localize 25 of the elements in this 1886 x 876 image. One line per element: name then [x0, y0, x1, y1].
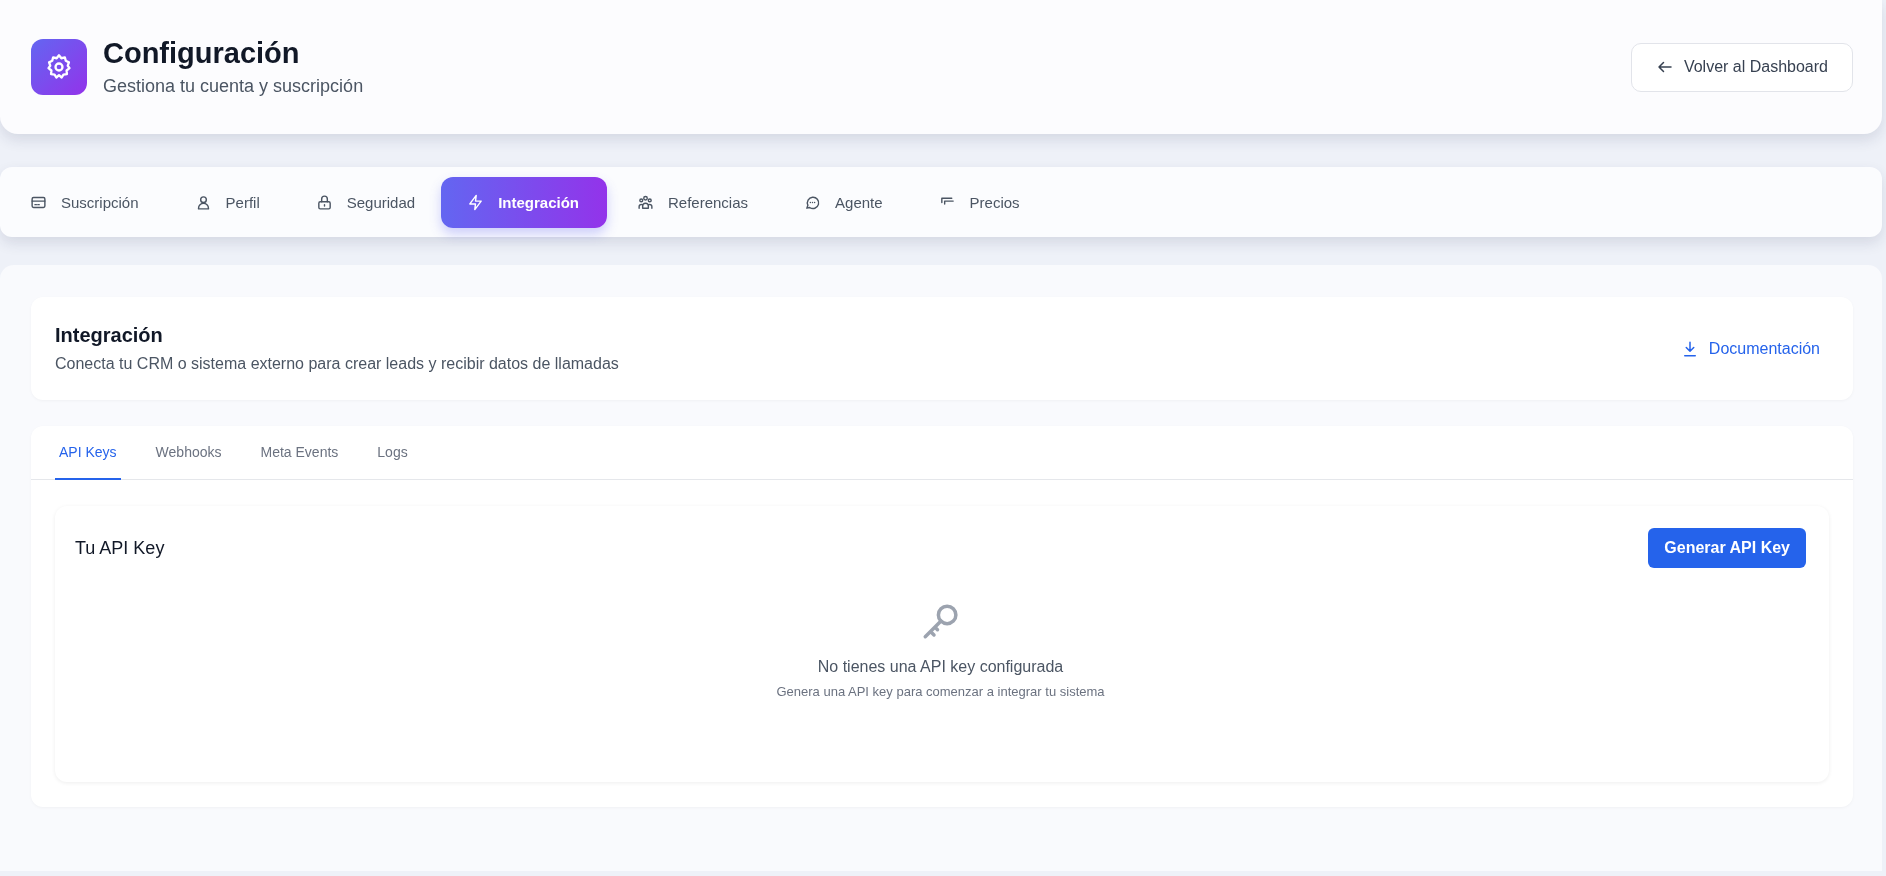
lock-icon	[315, 193, 333, 211]
back-button[interactable]: Volver al Dashboard	[1630, 42, 1853, 92]
lightning-icon	[467, 193, 485, 211]
card-title: Tu API Key	[75, 537, 165, 559]
sub-tab[interactable]: API Keys	[55, 426, 121, 480]
nav-tab[interactable]: Agente	[774, 176, 909, 228]
nav-tab[interactable]: Seguridad	[285, 176, 442, 228]
gear-icon	[45, 53, 73, 81]
generate-api-key-button[interactable]: Generar API Key	[1648, 528, 1806, 568]
documentation-link[interactable]: Documentación	[1680, 339, 1820, 358]
sub-tab[interactable]: Meta Events	[256, 426, 343, 480]
nav-tab[interactable]: Integración	[441, 176, 607, 228]
empty-state-title: No tienes una API key configurada	[817, 658, 1064, 676]
nav-tab[interactable]: Precios	[908, 176, 1046, 228]
people-icon	[637, 193, 654, 211]
empty-state-description: Genera una API key para comenzar a integrar tu sistema	[776, 684, 1105, 699]
sub-tab[interactable]: Webhooks	[151, 426, 226, 480]
page-title: Configuración	[103, 37, 301, 70]
nav-tab[interactable]: Suscripción	[0, 176, 165, 228]
section-title: Integración	[55, 324, 164, 347]
page-subtitle: Gestiona tu cuenta y suscripción	[103, 76, 364, 97]
nav-tab[interactable]: Referencias	[607, 176, 775, 228]
section-description: Conecta tu CRM o sistema externo para crear leads y recibir datos de llamadas	[55, 355, 619, 373]
nav-tab[interactable]: Perfil	[164, 176, 286, 228]
sub-tab[interactable]: Logs	[373, 426, 412, 480]
